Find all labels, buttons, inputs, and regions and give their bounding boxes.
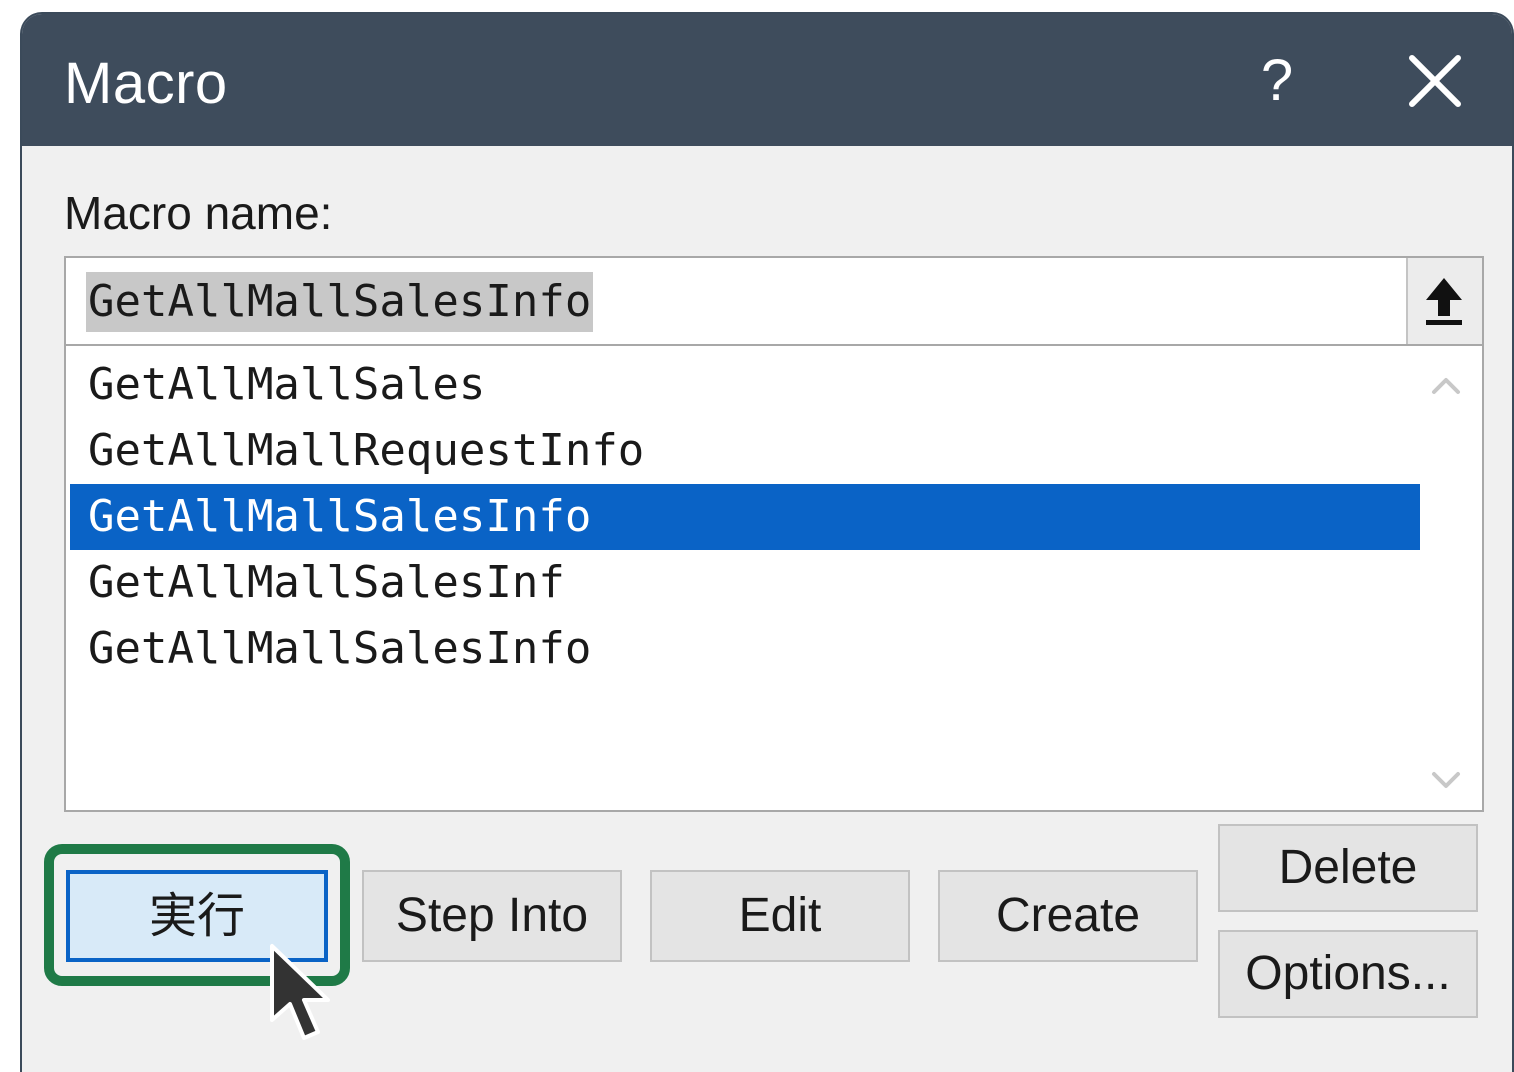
- close-icon: [1409, 55, 1461, 107]
- close-button[interactable]: [1404, 50, 1466, 112]
- macro-name-input[interactable]: GetAllMallSalesInfo: [64, 256, 1484, 346]
- scroll-up-icon[interactable]: [1426, 366, 1466, 406]
- macro-name-label: Macro name:: [64, 187, 333, 239]
- title-bar: Macro ?: [22, 14, 1512, 146]
- upload-button[interactable]: [1406, 258, 1482, 344]
- dialog-title: Macro: [64, 51, 228, 116]
- help-button[interactable]: ?: [1252, 46, 1302, 116]
- list-item[interactable]: GetAllMallSalesInfo: [70, 616, 1420, 682]
- delete-button[interactable]: Delete: [1218, 824, 1478, 912]
- macro-dialog: Macro ? Macro name: GetAllMallSalesInfo …: [20, 12, 1514, 1072]
- list-item[interactable]: GetAllMallRequestInfo: [70, 418, 1420, 484]
- options-button[interactable]: Options...: [1218, 930, 1478, 1018]
- create-button[interactable]: Create: [938, 870, 1198, 962]
- list-item-selected[interactable]: GetAllMallSalesInfo: [70, 484, 1420, 550]
- edit-button[interactable]: Edit: [650, 870, 910, 962]
- list-item[interactable]: GetAllMallSales: [70, 352, 1420, 418]
- scroll-down-icon[interactable]: [1426, 760, 1466, 800]
- macro-list[interactable]: GetAllMallSales GetAllMallRequestInfo Ge…: [64, 346, 1484, 812]
- upload-arrow-icon: [1426, 278, 1462, 325]
- step-into-button[interactable]: Step Into: [362, 870, 622, 962]
- mouse-pointer-icon: [270, 944, 330, 1040]
- list-item[interactable]: GetAllMallSalesInf: [70, 550, 1420, 616]
- macro-name-value[interactable]: GetAllMallSalesInfo: [86, 272, 594, 332]
